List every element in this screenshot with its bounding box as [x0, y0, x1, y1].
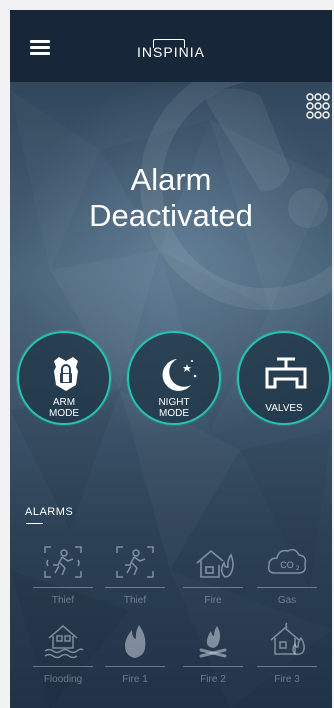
- alarms-underline: [26, 523, 43, 524]
- arm-mode-label-2: MODE: [49, 408, 79, 419]
- alarm-status: Alarm Deactivated: [10, 162, 332, 234]
- alarm-tile-gas[interactable]: CO 2 Gas: [254, 537, 320, 606]
- alarm-tile-flooding[interactable]: Flooding: [30, 616, 96, 685]
- alarm-tile-fire-2[interactable]: Fire 2: [180, 616, 246, 685]
- alarm-label: Fire 2: [200, 674, 226, 685]
- campfire-icon: [199, 626, 227, 658]
- arm-mode-label-1: ARM: [52, 397, 76, 408]
- house-fire-icon: [196, 549, 234, 578]
- moon-stars-icon: [162, 359, 197, 391]
- status-line-2: Deactivated: [89, 198, 253, 233]
- arm-mode-button[interactable]: ARM MODE: [17, 331, 111, 425]
- valves-label: VALVES: [265, 403, 303, 414]
- co2-cloud-icon: CO 2: [267, 548, 307, 574]
- app-logo: INSPINIA: [10, 39, 332, 60]
- thief-sensor-icon: [44, 546, 82, 578]
- svg-text:CO: CO: [280, 560, 294, 570]
- alarm-label: Gas: [277, 595, 297, 606]
- alarm-label: Flooding: [43, 674, 83, 685]
- shield-lock-icon: [54, 357, 78, 391]
- grid-dots-icon[interactable]: [306, 93, 330, 119]
- alarm-tile-thief-2[interactable]: Thief: [102, 537, 168, 606]
- alarm-label: Thief: [51, 595, 75, 606]
- alarm-tile-fire-3[interactable]: Fire 3: [254, 616, 320, 685]
- night-mode-button[interactable]: NIGHT MODE: [127, 331, 221, 425]
- alarms-title: ALARMS: [25, 506, 74, 518]
- thief-sensor-icon: [116, 546, 154, 578]
- alarm-tile-fire[interactable]: Fire: [180, 537, 246, 606]
- app-header: INSPINIA: [10, 10, 332, 82]
- svg-text:2: 2: [296, 566, 300, 572]
- alarm-tile-thief-1[interactable]: Thief: [30, 537, 96, 606]
- alarm-label: Fire: [204, 595, 222, 606]
- app-screen: INSPINIA Alarm Deactivated ARM MODE NIGH…: [10, 10, 332, 708]
- night-mode-label-1: NIGHT: [158, 397, 190, 408]
- alarm-tile-fire-1[interactable]: Fire 1: [102, 616, 168, 685]
- valves-button[interactable]: VALVES: [237, 331, 331, 425]
- flooding-house-icon: [44, 625, 84, 659]
- valve-icon: [265, 357, 307, 389]
- status-line-1: Alarm: [130, 162, 212, 197]
- alarm-label: Thief: [123, 595, 147, 606]
- alarm-label: Fire 3: [274, 674, 300, 685]
- alarm-label: Fire 1: [122, 674, 148, 685]
- night-mode-label-2: MODE: [159, 408, 189, 419]
- flame-icon: [125, 625, 146, 658]
- burning-house-icon: [270, 622, 305, 655]
